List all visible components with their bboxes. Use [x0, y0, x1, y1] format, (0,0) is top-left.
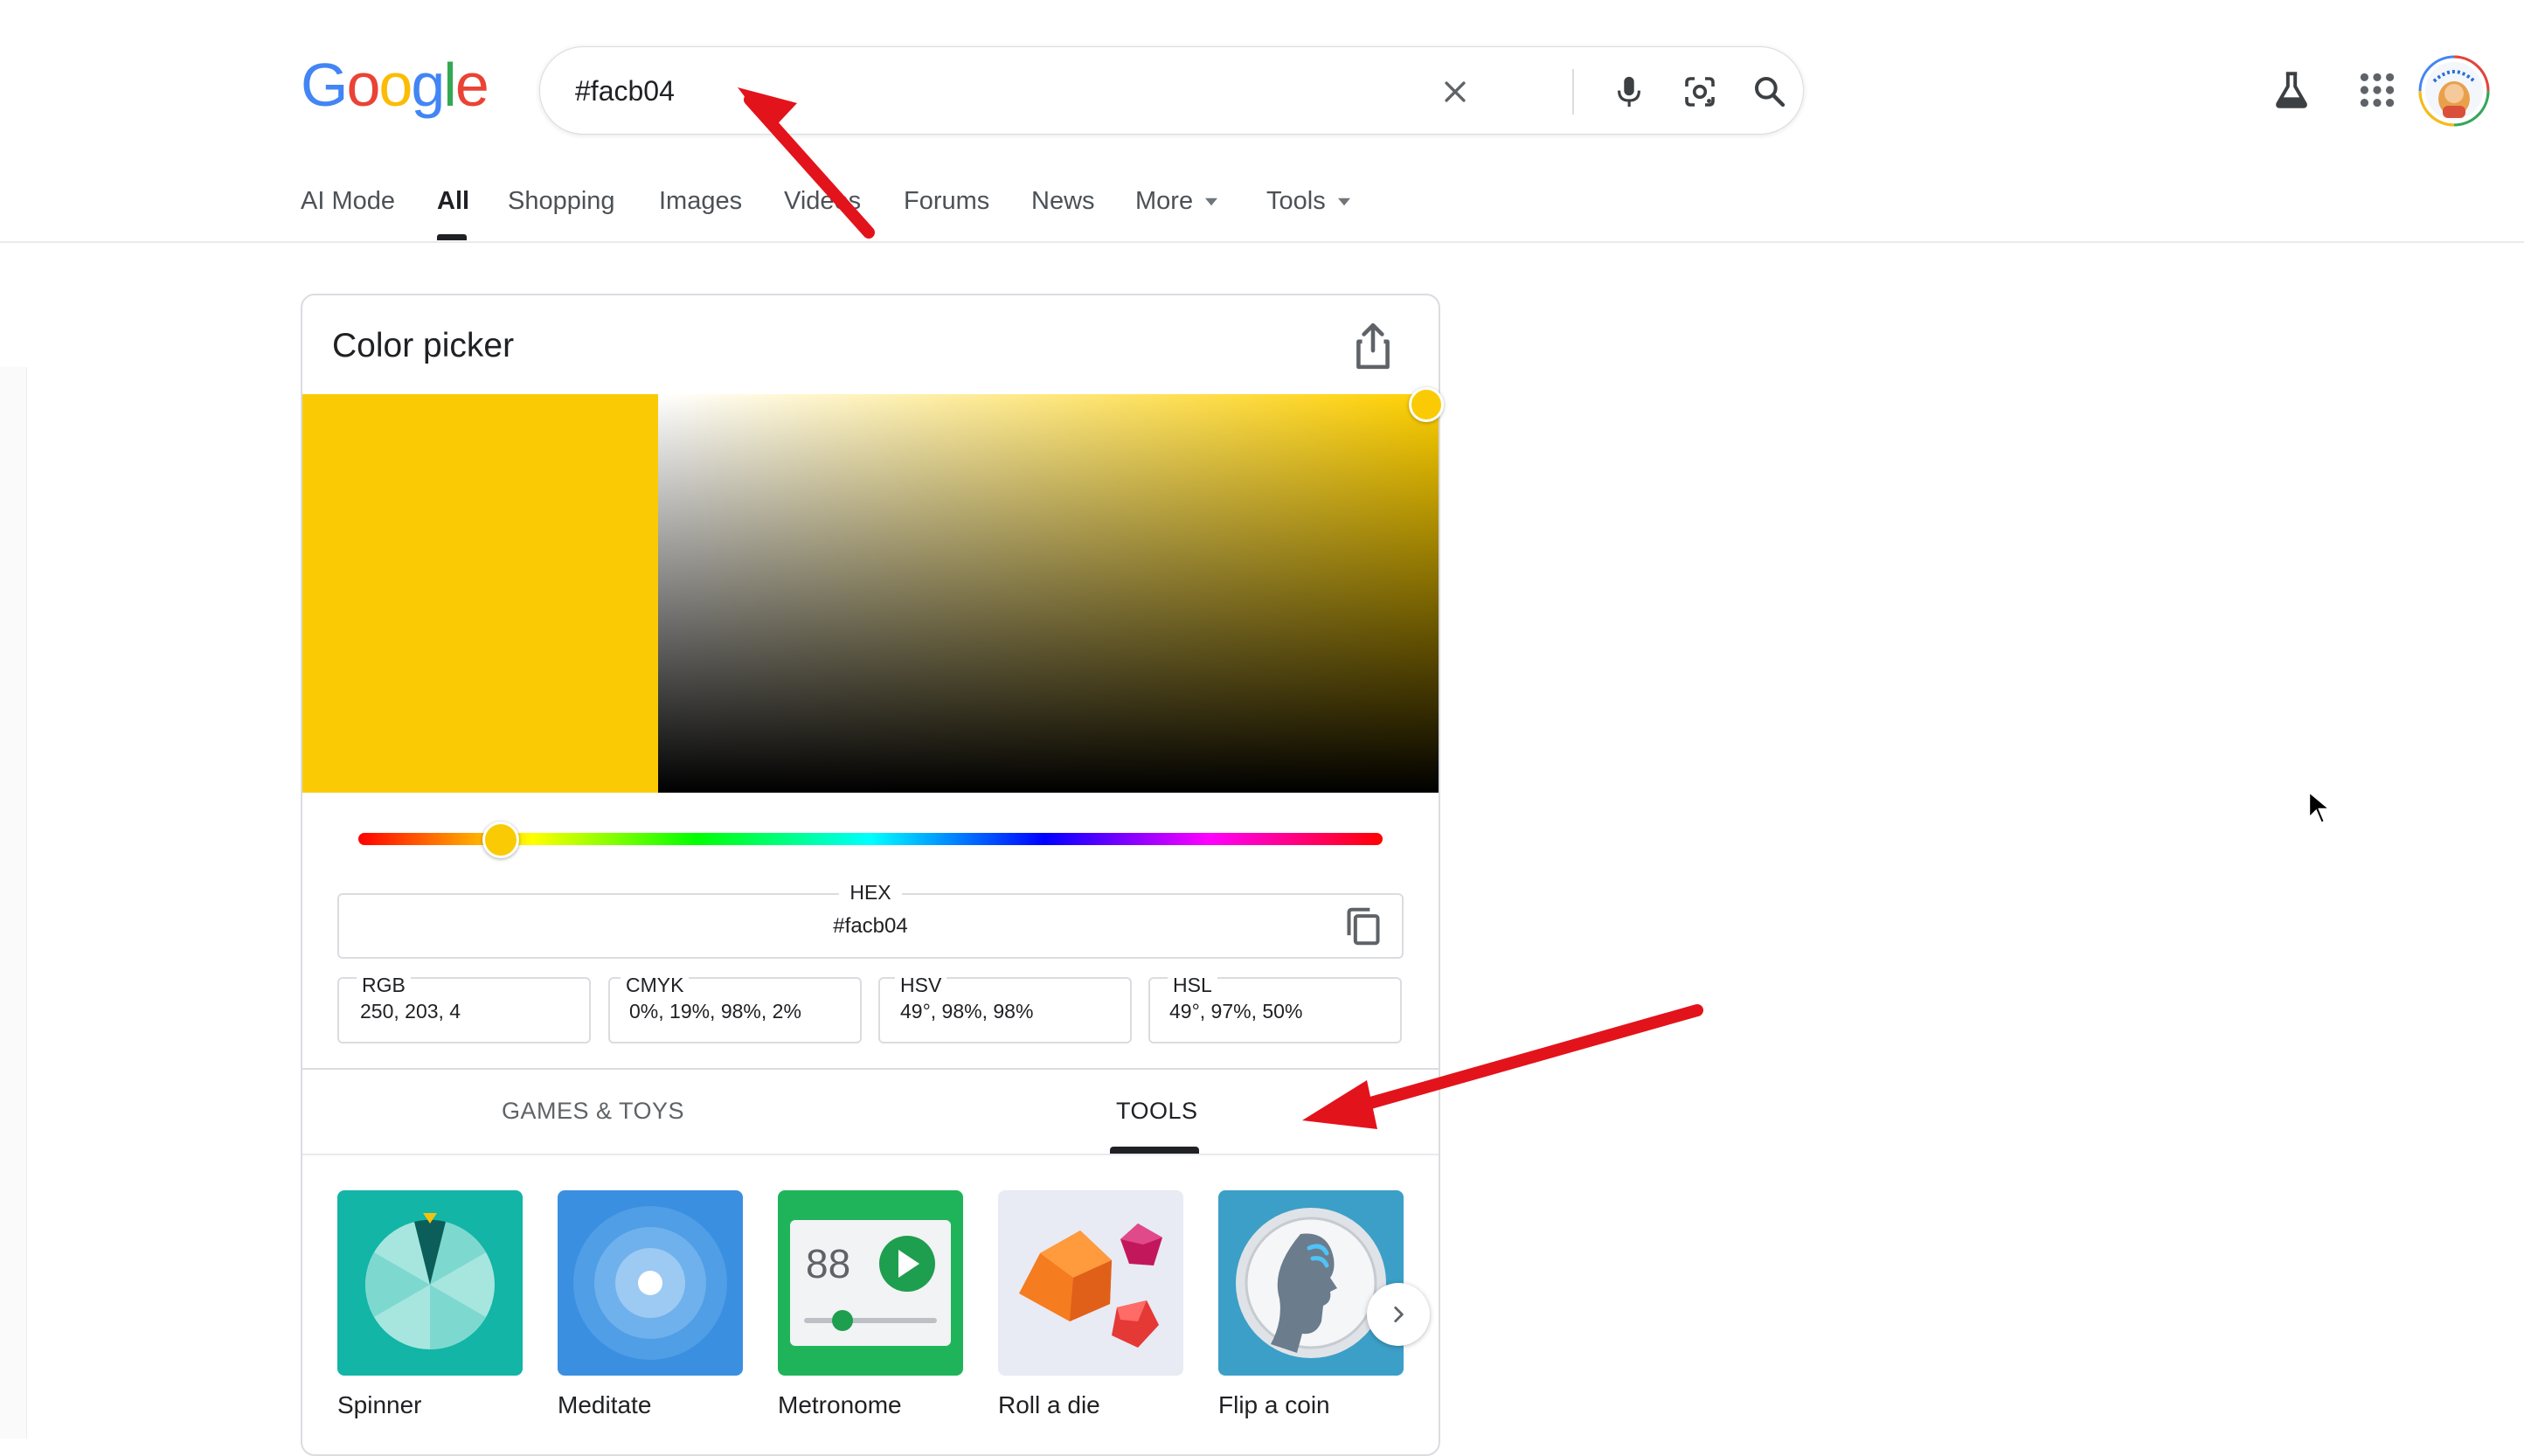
- hsl-label: HSL: [1168, 974, 1217, 997]
- tool-tile-roll-a-die[interactable]: [998, 1190, 1183, 1376]
- tool-tile-metronome[interactable]: 88: [778, 1190, 963, 1376]
- labs-flask-icon[interactable]: [2270, 68, 2313, 112]
- metronome-icon: 88: [778, 1190, 963, 1376]
- tool-label-metronome[interactable]: Metronome: [778, 1391, 902, 1419]
- selected-color-swatch: [302, 394, 658, 793]
- meditate-icon: [558, 1190, 743, 1376]
- lens-icon[interactable]: [1676, 68, 1723, 115]
- saturation-value-handle[interactable]: [1409, 387, 1444, 422]
- logo-letter: o: [378, 51, 413, 119]
- tool-tile-spinner[interactable]: [337, 1190, 523, 1376]
- cmyk-value[interactable]: 0%, 19%, 98%, 2%: [629, 1000, 801, 1023]
- active-section-indicator: [1110, 1147, 1199, 1154]
- tool-label-roll-a-die[interactable]: Roll a die: [998, 1391, 1100, 1419]
- annotation-arrow-tools: [1302, 1004, 1703, 1129]
- nav-tab-tools[interactable]: Tools: [1266, 187, 1350, 216]
- nav-tab-shopping[interactable]: Shopping: [508, 187, 615, 216]
- cmyk-label: CMYK: [621, 974, 690, 997]
- account-avatar[interactable]: [2418, 55, 2490, 127]
- section-tabs-divider: [302, 1154, 1439, 1155]
- caret-down-icon: [1205, 198, 1218, 206]
- carousel-next-button[interactable]: [1367, 1283, 1430, 1346]
- hsv-value[interactable]: 49°, 98%, 98%: [900, 1000, 1033, 1023]
- tab-games-and-toys[interactable]: GAMES & TOYS: [502, 1098, 684, 1125]
- hue-slider-handle[interactable]: [482, 822, 519, 858]
- hsl-value[interactable]: 49°, 97%, 50%: [1169, 1000, 1302, 1023]
- nav-tab-more[interactable]: More: [1135, 187, 1218, 216]
- logo-letter: o: [346, 51, 380, 119]
- search-divider: [1572, 69, 1574, 114]
- logo-letter: G: [301, 51, 348, 119]
- close-icon[interactable]: [1432, 68, 1479, 115]
- background-window-edge: [0, 367, 27, 1439]
- nav-tab-ai-mode[interactable]: AI Mode: [301, 187, 395, 216]
- section-divider: [302, 1068, 1439, 1070]
- active-tab-indicator: [437, 234, 467, 240]
- tools-label: Tools: [1266, 187, 1326, 215]
- tool-tile-flip-a-coin[interactable]: [1218, 1190, 1404, 1376]
- tool-tile-meditate[interactable]: [558, 1190, 743, 1376]
- spinner-icon: [337, 1190, 523, 1376]
- tool-label-flip-a-coin[interactable]: Flip a coin: [1218, 1391, 1330, 1419]
- hex-label: HEX: [839, 881, 902, 905]
- dice-icon: [998, 1190, 1183, 1376]
- tool-label-meditate[interactable]: Meditate: [558, 1391, 651, 1419]
- coin-icon: [1218, 1190, 1404, 1376]
- copy-icon[interactable]: [1344, 906, 1383, 946]
- hsv-label: HSV: [895, 974, 947, 997]
- search-icon[interactable]: [1746, 68, 1793, 115]
- chevron-right-icon: [1394, 1307, 1404, 1322]
- microphone-icon[interactable]: [1605, 68, 1653, 115]
- search-input[interactable]: [575, 68, 1449, 114]
- google-logo[interactable]: Google: [301, 54, 489, 115]
- saturation-value-picker[interactable]: [658, 394, 1439, 793]
- logo-letter: g: [411, 51, 445, 119]
- nav-tab-forums[interactable]: Forums: [904, 187, 989, 216]
- hex-value[interactable]: #facb04: [337, 914, 1404, 939]
- rgb-label: RGB: [357, 974, 411, 997]
- tab-tools[interactable]: TOOLS: [1116, 1098, 1198, 1125]
- mouse-cursor-icon: [2307, 790, 2333, 825]
- logo-letter: e: [454, 51, 489, 119]
- logo-letter: l: [443, 51, 457, 119]
- metronome-display: 88: [806, 1241, 850, 1286]
- share-icon[interactable]: [1351, 322, 1395, 371]
- annotation-arrow-search: [738, 87, 875, 239]
- more-label: More: [1135, 187, 1194, 215]
- card-title: Color picker: [332, 327, 515, 364]
- tool-label-spinner[interactable]: Spinner: [337, 1391, 422, 1419]
- header-divider: [0, 241, 2524, 243]
- rgb-value[interactable]: 250, 203, 4: [360, 1000, 461, 1023]
- nav-tab-all[interactable]: All: [437, 187, 469, 216]
- caret-down-icon: [1337, 198, 1350, 206]
- nav-tab-news[interactable]: News: [1031, 187, 1095, 216]
- apps-grid-icon[interactable]: [2355, 68, 2399, 112]
